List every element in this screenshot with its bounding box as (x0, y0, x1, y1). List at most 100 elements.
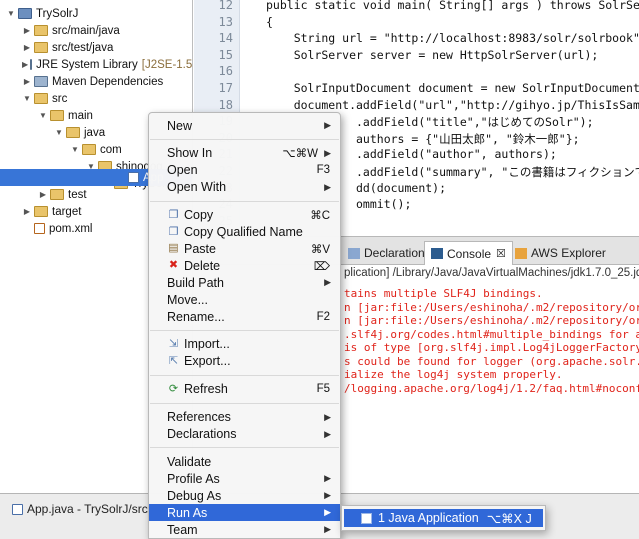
tree-item[interactable]: ▼ src (0, 90, 192, 107)
menu-separator (150, 402, 339, 404)
menu-separator (150, 138, 339, 140)
folder-icon (34, 93, 48, 104)
tree-item[interactable]: ▶ src/main/java (0, 22, 192, 39)
tree-item[interactable]: ▶ Maven Dependencies (0, 73, 192, 90)
tree-item[interactable]: ▼ TrySolrJ (0, 5, 192, 22)
tree-item-label: Maven Dependencies (52, 75, 164, 88)
expand-right-icon[interactable]: ▶ (22, 60, 28, 70)
copy-qualified-name-icon: ❐ (168, 225, 179, 238)
project-icon (18, 8, 32, 19)
menu-item-references[interactable]: References ▶ (149, 409, 340, 426)
menu-separator (150, 447, 339, 449)
menu-item-build-path[interactable]: Build Path ▶ (149, 274, 340, 291)
expand-down-icon[interactable]: ▼ (70, 145, 80, 155)
menu-item-refresh[interactable]: ⟳ Refresh F5 (149, 381, 340, 398)
console-line: s could be found for logger (org.apache.… (344, 354, 639, 368)
menu-item-team[interactable]: Team ▶ (149, 521, 340, 538)
folder-icon (50, 189, 64, 200)
expand-right-icon[interactable]: ▶ (22, 43, 32, 53)
folder-icon (34, 206, 48, 217)
console-line: tains multiple SLF4J bindings. (344, 287, 543, 300)
tree-item-label: test (68, 188, 87, 201)
folder-icon (82, 144, 96, 155)
submenu-arrow-icon: ▶ (324, 411, 331, 422)
line-number: 16 (218, 64, 233, 79)
context-menu: New ▶ Show In ⌥⌘W ▶ Open F3 Open With ▶ ❐ Copy ⌘C ❐ C… (148, 112, 341, 539)
menu-item-copy-qualified-name[interactable]: ❐ Copy Qualified Name (149, 224, 340, 241)
menu-shortcut: F2 (316, 310, 330, 323)
menu-item-declarations[interactable]: Declarations ▶ (149, 426, 340, 443)
close-icon[interactable]: ☒ (496, 247, 506, 260)
menu-item-label: Copy (184, 208, 214, 223)
expand-down-icon[interactable]: ▼ (6, 9, 16, 19)
menu-item-open-with[interactable]: Open With ▶ (149, 179, 340, 196)
refresh-icon: ⟳ (168, 382, 179, 395)
menu-item-label: Declarations (167, 427, 237, 441)
menu-separator (150, 329, 339, 331)
menu-item-profile-as[interactable]: Profile As ▶ (149, 470, 340, 487)
tab-console[interactable]: Console ☒ (424, 241, 513, 265)
code-line: { (266, 14, 273, 29)
menu-item-export[interactable]: ⇱ Export... (149, 353, 340, 370)
menu-item-import[interactable]: ⇲ Import... (149, 336, 340, 353)
menu-item-validate[interactable]: Validate (149, 453, 340, 470)
java-app-icon (361, 512, 372, 524)
code-line: SolrServer server = new HttpSolrServer(u… (266, 47, 599, 62)
menu-item-new[interactable]: New ▶ (149, 117, 340, 134)
console-line: .slf4j.org/codes.html#multiple_bindings … (344, 327, 639, 341)
tab-aws-explorer[interactable]: AWS Explorer (509, 241, 612, 265)
paste-icon: ▤ (168, 242, 179, 255)
copy-icon: ❐ (168, 208, 179, 221)
menu-item-label: References (167, 410, 231, 425)
menu-item-debug-as[interactable]: Debug As ▶ (149, 487, 340, 504)
menu-item-show-in[interactable]: Show In ⌥⌘W ▶ (149, 145, 340, 162)
expand-right-icon[interactable]: ▶ (22, 77, 32, 87)
submenu-arrow-icon: ▶ (324, 181, 331, 192)
import-icon: ⇲ (168, 337, 179, 350)
code-line: public static void main( String[] args )… (266, 0, 639, 12)
menu-item-label: Team (167, 522, 198, 537)
tree-item-label: target (52, 205, 82, 218)
menu-item-move[interactable]: Move... (149, 291, 340, 308)
expand-right-icon[interactable]: ▶ (22, 26, 32, 36)
library-icon (34, 76, 48, 87)
menu-item-paste[interactable]: ▤ Paste ⌘V (149, 240, 340, 257)
expand-right-icon[interactable]: ▶ (38, 190, 48, 200)
menu-shortcut: ⌦ (313, 260, 330, 273)
menu-item-copy[interactable]: ❐ Copy ⌘C (149, 207, 340, 224)
expand-right-icon[interactable]: ▶ (22, 207, 32, 217)
menu-shortcut: F5 (316, 383, 330, 396)
submenu-arrow-icon: ▶ (324, 120, 331, 130)
tree-item[interactable]: ▶ JRE System Library [J2SE-1.5] (0, 56, 192, 73)
java-file-icon (12, 503, 23, 515)
tree-item-label: src/main/java (52, 24, 120, 37)
library-icon (30, 59, 33, 70)
submenu-arrow-icon: ▶ (324, 490, 331, 501)
menu-item-run-as[interactable]: Run As ▶ (149, 504, 340, 522)
expand-down-icon[interactable]: ▼ (38, 111, 48, 121)
line-number: 18 (218, 97, 233, 112)
menu-item-open[interactable]: Open F3 (149, 162, 340, 179)
menu-item-label: Open (167, 163, 198, 178)
menu-item-delete[interactable]: ✖ Delete ⌦ (149, 257, 340, 274)
expand-down-icon[interactable]: ▼ (22, 94, 32, 104)
tree-item[interactable]: ▶ src/test/java (0, 39, 192, 56)
tab-declaration[interactable]: Declaration (342, 241, 431, 265)
menu-shortcut: ⌘V (310, 243, 330, 256)
menu-item-rename[interactable]: Rename... F2 (149, 308, 340, 325)
folder-icon (50, 110, 64, 121)
menu-item-label: Copy Qualified Name (184, 225, 303, 239)
menu-item-label: Paste (184, 241, 216, 256)
folder-icon (66, 127, 80, 138)
submenu-arrow-icon: ▶ (324, 147, 331, 158)
menu-item-label: Move... (167, 292, 208, 307)
expand-down-icon[interactable]: ▼ (54, 128, 64, 138)
menu-shortcut: F3 (316, 164, 330, 177)
menu-item-label: Delete (184, 258, 221, 273)
console-line: is of type [org.slf4j.impl.Log4jLoggerFa… (344, 341, 639, 354)
java-application-label: 1 Java Application (378, 511, 479, 525)
java-application-menu-item[interactable]: 1 Java Application ⌥⌘X J (344, 509, 543, 527)
menu-item-label: Export... (184, 354, 231, 369)
